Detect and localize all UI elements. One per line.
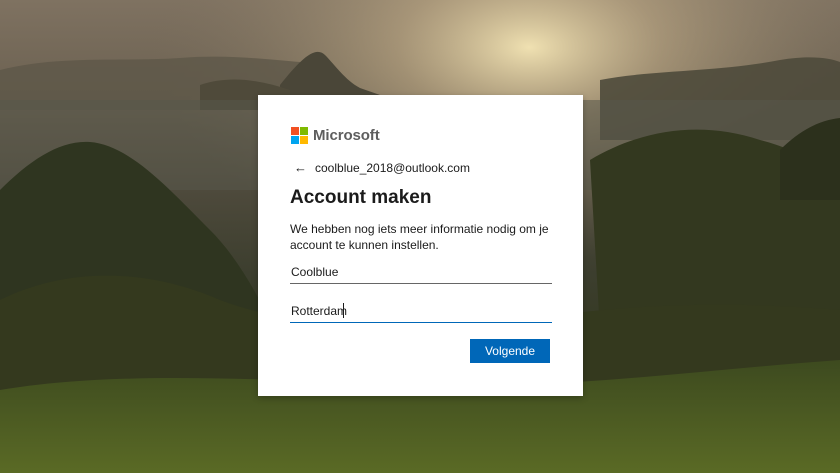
microsoft-logo-icon xyxy=(291,127,308,144)
brand-name: Microsoft xyxy=(313,127,380,144)
first-name-input[interactable] xyxy=(290,261,552,284)
logo-square-red xyxy=(291,127,299,135)
logo-square-blue xyxy=(291,136,299,144)
microsoft-logo: Microsoft xyxy=(291,127,380,144)
page-title: Account maken xyxy=(290,187,432,208)
text-cursor xyxy=(343,303,344,318)
logo-square-yellow xyxy=(300,136,308,144)
identity-banner: ← coolblue_2018@outlook.com xyxy=(294,160,470,175)
next-button[interactable]: Volgende xyxy=(470,339,550,363)
last-name-input[interactable] xyxy=(290,300,552,323)
logo-square-green xyxy=(300,127,308,135)
back-arrow-icon[interactable]: ← xyxy=(294,160,307,175)
account-email: coolblue_2018@outlook.com xyxy=(315,160,470,175)
description-text: We hebben nog iets meer informatie nodig… xyxy=(290,222,549,252)
create-account-dialog: Microsoft ← coolblue_2018@outlook.com Ac… xyxy=(258,95,583,396)
